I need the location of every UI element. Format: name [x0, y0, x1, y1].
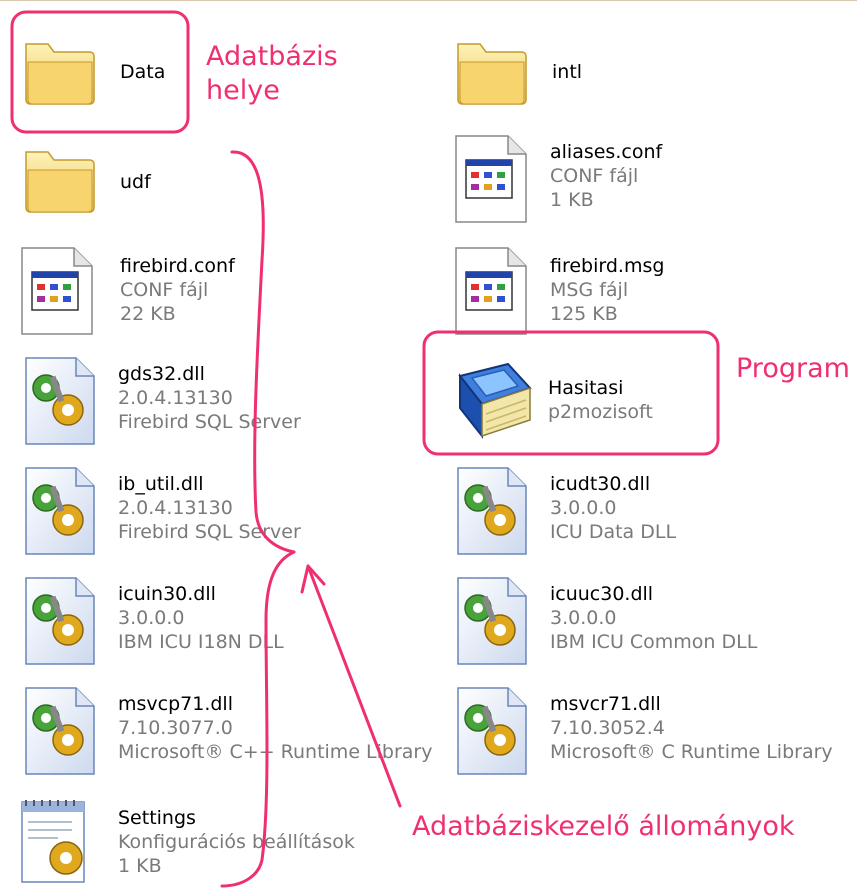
dll-file-icon — [452, 686, 532, 776]
config-file-icon — [452, 246, 532, 336]
settings-file-icon — [16, 796, 96, 886]
file-name: intl — [552, 61, 583, 83]
file-name: icuuc30.dll — [550, 583, 654, 605]
file-name: Settings — [118, 807, 196, 829]
file-type: MSG fájl — [550, 279, 629, 301]
folder-icon — [454, 30, 534, 120]
dll-file-icon — [20, 466, 100, 556]
file-type: CONF fájl — [120, 279, 209, 301]
annotation-db-location: Adatbázis helye — [206, 40, 338, 108]
file-name: firebird.conf — [120, 255, 235, 277]
file-description: Firebird SQL Server — [118, 521, 301, 543]
dll-file-icon — [452, 576, 532, 666]
file-name: msvcp71.dll — [118, 693, 233, 715]
annotation-program: Program — [736, 353, 850, 384]
config-file-icon — [18, 246, 98, 336]
file-description: IBM ICU I18N DLL — [118, 631, 284, 653]
file-description: IBM ICU Common DLL — [550, 631, 758, 653]
file-type: Konfigurációs beállítások — [118, 831, 355, 853]
file-description: Firebird SQL Server — [118, 411, 301, 433]
dll-file-icon — [452, 466, 532, 556]
file-version: 2.0.4.13130 — [118, 497, 233, 519]
file-size: 1 KB — [118, 855, 162, 877]
annotation-db-location-line1: Adatbázis — [206, 41, 338, 72]
file-name: gds32.dll — [118, 363, 205, 385]
file-company: p2mozisoft — [548, 401, 653, 423]
file-version: 7.10.3077.0 — [118, 717, 233, 739]
file-name: icudt30.dll — [550, 473, 651, 495]
annotation-db-files: Adatbáziskezelő állományok — [412, 811, 795, 842]
file-name: firebird.msg — [550, 255, 665, 277]
annotation-arrow — [306, 564, 402, 808]
dll-file-icon — [20, 686, 100, 776]
annotation-db-location-line2: helye — [206, 75, 280, 106]
file-name: udf — [120, 171, 151, 193]
folder-icon — [22, 138, 102, 228]
file-name: icuin30.dll — [118, 583, 216, 605]
file-description: Microsoft® C Runtime Library — [550, 741, 833, 763]
file-name: Hasitasi — [548, 377, 624, 399]
header-divider — [0, 0, 857, 1]
file-name: msvcr71.dll — [550, 693, 661, 715]
file-version: 3.0.0.0 — [550, 607, 617, 629]
file-description: ICU Data DLL — [550, 521, 677, 543]
file-size: 22 KB — [120, 303, 176, 325]
file-name: ib_util.dll — [118, 473, 204, 495]
folder-icon — [22, 30, 102, 120]
book-app-icon — [450, 358, 532, 448]
file-type: CONF fájl — [550, 165, 639, 187]
file-name: Data — [120, 61, 166, 83]
file-size: 125 KB — [550, 303, 618, 325]
file-description: Microsoft® C++ Runtime Library — [118, 741, 433, 763]
dll-file-icon — [20, 576, 100, 666]
file-version: 7.10.3052.4 — [550, 717, 665, 739]
arrow-head-icon — [300, 564, 326, 594]
dll-file-icon — [20, 356, 100, 446]
file-version: 2.0.4.13130 — [118, 387, 233, 409]
config-file-icon — [452, 134, 532, 224]
file-name: aliases.conf — [550, 141, 663, 163]
file-size: 1 KB — [550, 189, 594, 211]
file-version: 3.0.0.0 — [550, 497, 617, 519]
file-version: 3.0.0.0 — [118, 607, 185, 629]
